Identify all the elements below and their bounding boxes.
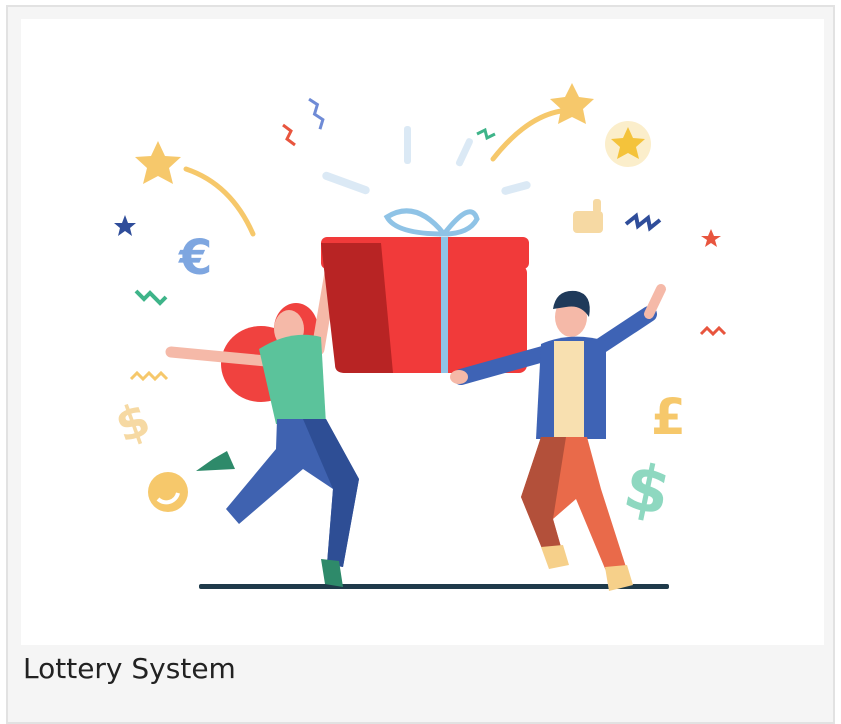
confetti (501, 181, 531, 195)
star-trail-right (490, 108, 564, 162)
dollar-icon: $ (108, 392, 157, 454)
confetti (455, 138, 473, 167)
man-shirt (554, 341, 584, 439)
confetti (624, 212, 662, 232)
small-star-red-icon (701, 229, 721, 247)
confetti (322, 171, 370, 195)
woman-shoe (196, 451, 235, 471)
confetti (134, 289, 168, 306)
card-title[interactable]: Lottery System (23, 647, 236, 691)
small-star-blue-icon (114, 215, 136, 236)
lottery-card[interactable]: € $ £ $ Lottery System (6, 5, 835, 724)
star-left-icon (135, 141, 181, 184)
euro-icon: € (178, 230, 212, 286)
man-shoe (541, 545, 569, 569)
dollar-green-icon: $ (618, 449, 677, 531)
coin-icon (148, 472, 188, 512)
star-trail-left (183, 166, 256, 237)
confetti (476, 127, 496, 141)
thumbs-up-icon (573, 211, 603, 233)
confetti (404, 126, 411, 164)
gift-bow (383, 208, 450, 237)
gift-ribbon (441, 237, 448, 373)
pound-icon: £ (651, 388, 686, 446)
ground-line (199, 584, 669, 589)
confetti (129, 370, 169, 382)
confetti (699, 325, 727, 337)
woman-top (259, 334, 326, 424)
confetti (308, 97, 325, 130)
celebration-gift-icon: € $ £ $ (108, 83, 727, 591)
lottery-illustration: € $ £ $ (21, 19, 824, 645)
confetti (282, 123, 296, 147)
star-right-icon (550, 83, 594, 124)
